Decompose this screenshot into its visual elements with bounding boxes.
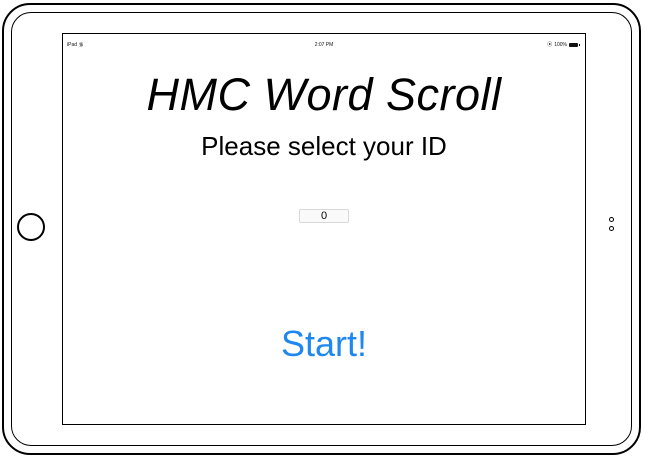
- camera-icon: [609, 217, 614, 222]
- battery-percent: 100%: [554, 42, 567, 48]
- status-right: ⦿ 100%: [547, 41, 580, 48]
- id-picker[interactable]: 0: [299, 209, 349, 223]
- sensor-icon: [609, 226, 614, 231]
- battery-icon: [569, 43, 580, 47]
- page-title: HMC Word Scroll: [146, 69, 502, 120]
- subtitle: Please select your ID: [201, 131, 447, 161]
- orientation-lock-icon: ⦿: [547, 41, 553, 48]
- status-bar: iPad ᯾ 2:07 PM ⦿ 100%: [63, 34, 585, 48]
- app-screen: iPad ᯾ 2:07 PM ⦿ 100% HMC Word Scroll Pl…: [62, 33, 586, 425]
- home-button[interactable]: [17, 213, 45, 241]
- status-time: 2:07 PM: [314, 42, 334, 48]
- start-button[interactable]: Start!: [281, 323, 367, 364]
- start-button-row: Start!: [63, 323, 585, 365]
